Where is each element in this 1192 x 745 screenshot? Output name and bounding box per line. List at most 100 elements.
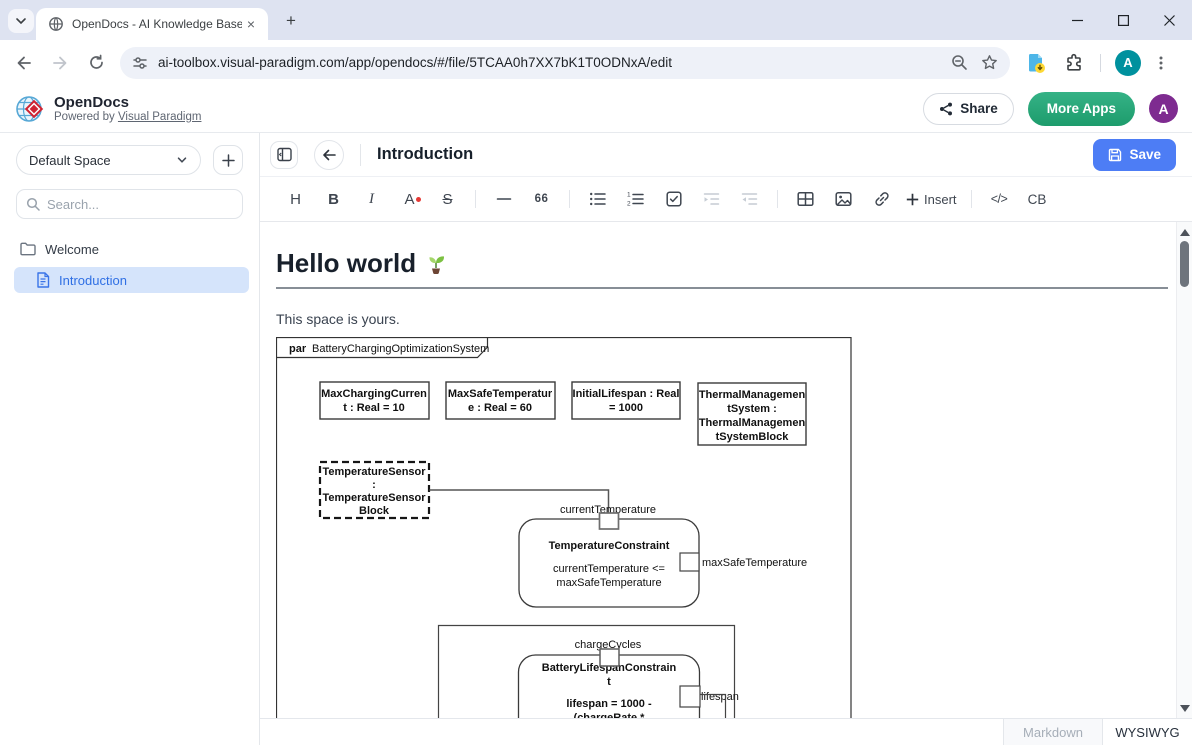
space-name: Default Space xyxy=(29,153,176,168)
heading-rule xyxy=(276,287,1168,289)
bookmark-star-icon[interactable] xyxy=(978,52,1000,74)
text-color-glyph: A xyxy=(404,191,414,208)
sidebar-item-welcome[interactable]: Welcome xyxy=(20,237,249,261)
temperature-sensor-box[interactable]: TemperatureSensor : TemperatureSensor Bl… xyxy=(320,462,429,518)
share-label: Share xyxy=(960,101,998,116)
share-button[interactable]: Share xyxy=(923,93,1014,125)
table-button[interactable] xyxy=(792,186,819,213)
italic-button[interactable]: I xyxy=(358,186,385,213)
scrollbar-thumb[interactable] xyxy=(1180,241,1189,287)
sidebar-search[interactable] xyxy=(16,189,243,219)
app-title: OpenDocs xyxy=(54,94,201,111)
maximize-button[interactable] xyxy=(1100,0,1146,40)
space-selector[interactable]: Default Space xyxy=(16,145,201,175)
vertical-scrollbar[interactable] xyxy=(1176,222,1192,718)
scroll-up-button[interactable] xyxy=(1177,224,1192,240)
image-button[interactable] xyxy=(830,186,857,213)
minimize-button[interactable] xyxy=(1054,0,1100,40)
add-space-button[interactable] xyxy=(213,145,243,175)
text-color-button[interactable]: A xyxy=(396,186,423,213)
folder-label: Welcome xyxy=(45,242,99,257)
value-box-thermal-system[interactable]: ThermalManagemen tSystem : ThermalManage… xyxy=(698,383,806,445)
browser-profile-avatar[interactable]: A xyxy=(1115,50,1141,76)
visual-paradigm-link[interactable]: Visual Paradigm xyxy=(118,111,202,123)
document-content[interactable]: Hello world This space is yours. par xyxy=(260,222,1192,718)
battery-lifespan-constraint-block[interactable]: BatteryLifespanConstrain t lifespan = 10… xyxy=(519,649,701,718)
heading-button[interactable]: H xyxy=(282,186,309,213)
svg-text:TemperatureSensor: TemperatureSensor xyxy=(322,466,426,478)
search-input[interactable] xyxy=(47,197,233,212)
port-charge-cycles[interactable] xyxy=(600,649,619,666)
bold-button[interactable]: B xyxy=(320,186,347,213)
address-bar[interactable]: ai-toolbox.visual-paradigm.com/app/opend… xyxy=(120,47,1010,79)
more-apps-button[interactable]: More Apps xyxy=(1028,92,1135,126)
powered-by: Powered by Visual Paradigm xyxy=(54,111,201,123)
svg-text:maxSafeTemperature: maxSafeTemperature xyxy=(556,577,661,589)
code-block-button[interactable]: CB xyxy=(1024,186,1051,213)
toolbar-separator xyxy=(475,190,476,208)
value-box-max-safe-temp[interactable]: MaxSafeTemperatur e : Real = 60 xyxy=(446,382,555,419)
svg-text:2: 2 xyxy=(627,201,631,208)
horizontal-rule-button[interactable] xyxy=(490,186,517,213)
svg-text:t: t xyxy=(607,676,611,688)
back-button[interactable] xyxy=(12,51,36,75)
svg-text:tSystemBlock: tSystemBlock xyxy=(716,431,790,443)
tab-title: OpenDocs - AI Knowledge Base xyxy=(72,17,242,31)
url-text[interactable]: ai-toolbox.visual-paradigm.com/app/opend… xyxy=(158,55,940,70)
strikethrough-button[interactable]: S xyxy=(434,186,461,213)
save-button[interactable]: Save xyxy=(1093,139,1176,171)
color-dot xyxy=(416,197,421,202)
folder-icon xyxy=(20,242,36,256)
close-window-button[interactable] xyxy=(1146,0,1192,40)
tab-search-button[interactable] xyxy=(8,9,34,33)
svg-text:= 1000: = 1000 xyxy=(609,402,643,414)
port-max-safe-temperature[interactable] xyxy=(680,553,699,571)
window-controls xyxy=(1054,0,1192,40)
toggle-sidebar-button[interactable] xyxy=(270,141,298,169)
browser-tab[interactable]: OpenDocs - AI Knowledge Base × xyxy=(36,8,268,40)
outdent-button[interactable] xyxy=(736,186,763,213)
reload-button[interactable] xyxy=(84,51,108,75)
svg-text:t : Real = 10: t : Real = 10 xyxy=(343,402,404,414)
scroll-down-button[interactable] xyxy=(1177,700,1192,716)
tab-markdown[interactable]: Markdown xyxy=(1003,719,1103,745)
sidebar-item-introduction[interactable]: Introduction xyxy=(14,267,249,293)
powered-by-prefix: Powered by xyxy=(54,111,118,123)
docs-offline-icon[interactable] xyxy=(1024,51,1048,75)
inline-code-button[interactable]: </> xyxy=(986,186,1013,213)
svg-text:TemperatureConstraint: TemperatureConstraint xyxy=(549,540,670,552)
tab-wysiwyg[interactable]: WYSIWYG xyxy=(1103,719,1192,745)
arrow-left-icon xyxy=(322,148,337,162)
value-box-initial-lifespan[interactable]: InitialLifespan : Real = 1000 xyxy=(572,382,680,419)
task-list-button[interactable] xyxy=(660,186,687,213)
account-avatar[interactable]: A xyxy=(1149,94,1178,123)
browser-window: OpenDocs - AI Knowledge Base × + ai-tool… xyxy=(0,0,1192,745)
doc-heading: Hello world xyxy=(276,248,1168,278)
seedling-emoji xyxy=(424,251,448,275)
link-button[interactable] xyxy=(868,186,895,213)
forward-button[interactable] xyxy=(48,51,72,75)
new-tab-button[interactable]: + xyxy=(280,10,302,32)
back-to-pages-button[interactable] xyxy=(314,140,344,170)
port-lifespan[interactable] xyxy=(680,686,700,707)
save-icon xyxy=(1108,148,1122,162)
document-header: Introduction Save xyxy=(260,133,1192,177)
bullet-list-button[interactable] xyxy=(584,186,611,213)
indent-button[interactable] xyxy=(698,186,725,213)
value-box-max-charging[interactable]: MaxChargingCurren t : Real = 10 xyxy=(320,382,429,419)
tab-close-icon[interactable]: × xyxy=(242,15,260,33)
zoom-icon[interactable] xyxy=(948,52,970,74)
svg-text:MaxChargingCurren: MaxChargingCurren xyxy=(321,388,427,400)
site-info-icon[interactable] xyxy=(132,55,148,71)
extensions-icon[interactable] xyxy=(1062,51,1086,75)
svg-text:Block: Block xyxy=(359,505,390,517)
port-current-temperature[interactable] xyxy=(600,513,619,529)
blockquote-button[interactable]: 66 xyxy=(528,186,555,213)
insert-button[interactable]: Insert xyxy=(906,192,957,207)
browser-menu-icon[interactable] xyxy=(1149,51,1173,75)
editor-panel: Introduction Save H B I A S 66 12 xyxy=(260,133,1192,745)
temperature-constraint-block[interactable]: TemperatureConstraint currentTemperature… xyxy=(519,513,699,607)
share-icon xyxy=(939,102,953,116)
svg-text:lifespan = 1000 -: lifespan = 1000 - xyxy=(566,698,652,710)
numbered-list-button[interactable]: 12 xyxy=(622,186,649,213)
